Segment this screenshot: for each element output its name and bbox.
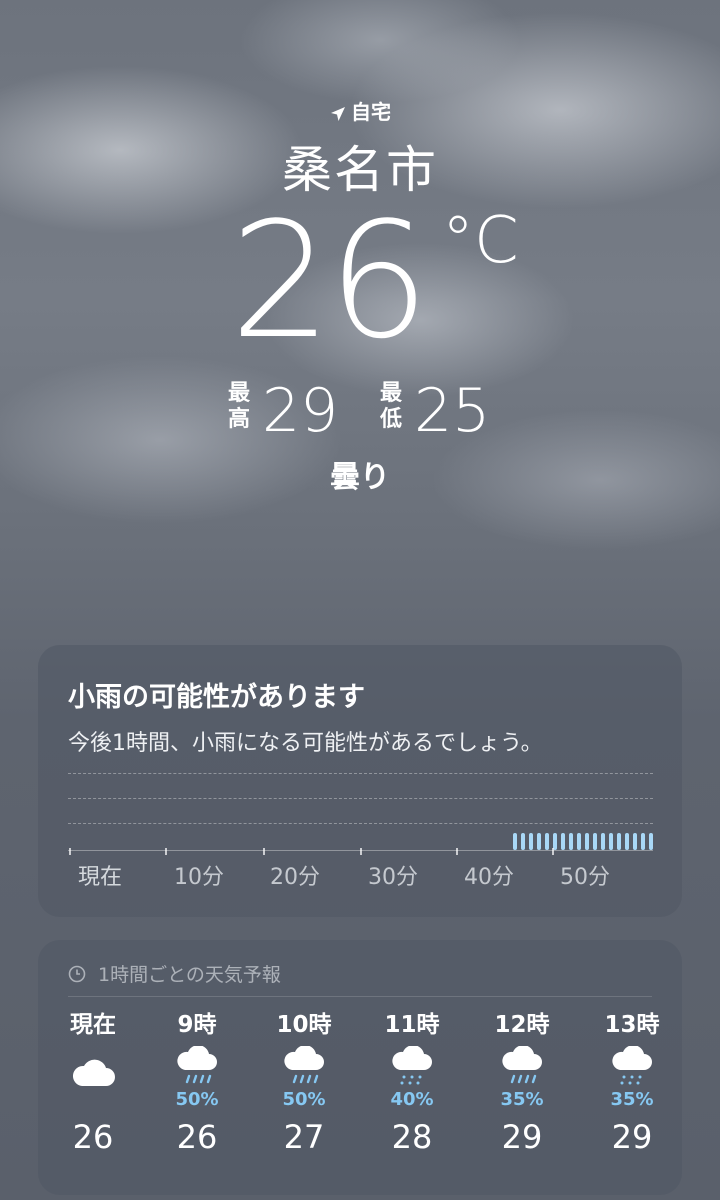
temperature-value: 26 [230,187,430,374]
precip-chance: 40% [390,1089,434,1110]
hourly-divider [68,996,652,997]
precipitation-bar [592,833,597,850]
precipitation-description: 今後1時間、小雨になる可能性があるでしょう。 [68,731,543,756]
hour-time: 9時 [177,1012,217,1038]
location-text: 自宅 [351,100,391,124]
cloud-rain-icon [472,1042,572,1088]
precip-chance [43,1088,143,1112]
axis-label: 10分 [174,865,224,890]
precipitation-bar [568,833,573,850]
precipitation-bar [616,833,621,850]
grid-line-heavy [68,773,653,774]
axis-label: 20分 [270,865,320,890]
precipitation-bar [544,833,549,850]
precipitation-bar [528,833,533,850]
precipitation-bar [640,833,645,850]
precipitation-bar [536,833,541,850]
high-low: 最高 29 最低 25 [0,376,720,446]
hourly-header: 1時間ごとの天気予報 [68,960,281,987]
low-value: 25 [414,376,491,446]
axis-tick [360,848,362,855]
precipitation-bar [600,833,605,850]
precipitation-bar [560,833,565,850]
precipitation-bar [576,833,581,850]
condition-text: 曇り [330,460,390,495]
precipitation-bar [512,833,517,850]
location-arrow-icon [331,106,345,121]
hour-temperature: 26 [72,1118,114,1156]
precipitation-card[interactable]: 小雨の可能性があります 今後1時間、小雨になる可能性があるでしょう。 現在 10分… [38,645,682,917]
low-label: 最低 [379,381,402,432]
precipitation-bar [624,833,629,850]
hour-time: 11時 [384,1012,440,1038]
high-value: 29 [262,376,339,446]
cloud-drizzle-icon [582,1042,682,1088]
hourly-item[interactable]: 11時 40% 28 [362,1008,462,1156]
hour-temperature: 29 [501,1118,543,1156]
axis-label: 40分 [464,865,514,890]
precipitation-bar [632,833,637,850]
hour-time: 13時 [604,1012,660,1038]
precip-chance: 35% [610,1089,654,1110]
grid-line-light [68,823,653,824]
cloud-icon [43,1042,143,1088]
hour-temperature: 28 [391,1118,433,1156]
hourly-forecast-card[interactable]: 1時間ごとの天気予報 現在 26 9時 50% 26 10時 50% 27 11時 40% 28 12… [38,940,682,1195]
axis-label: 現在 [78,865,123,890]
hourly-item[interactable]: 9時 50% 26 [147,1008,247,1156]
location-label: 自宅 [0,96,720,125]
cloud-drizzle-icon [362,1042,462,1088]
hour-temperature: 26 [176,1118,218,1156]
cloud-rain-icon [147,1042,247,1088]
precip-chance: 35% [500,1089,544,1110]
cloud-rain-icon [254,1042,354,1088]
high-label: 最高 [227,381,250,432]
precipitation-bar [648,833,653,850]
axis-tick [165,848,167,855]
precipitation-bar [584,833,589,850]
hourly-item[interactable]: 12時 35% 29 [472,1008,572,1156]
grid-line-medium [68,798,653,799]
axis-tick [552,848,554,855]
clock-icon [68,965,86,982]
hourly-item[interactable]: 現在 26 [43,1008,143,1156]
hourly-header-text: 1時間ごとの天気予報 [98,964,281,986]
axis-tick [263,848,265,855]
hour-temperature: 29 [611,1118,653,1156]
axis-label: 50分 [560,865,610,890]
hour-time: 10時 [276,1012,332,1038]
precipitation-title: 小雨の可能性があります [68,682,365,713]
hour-temperature: 27 [283,1118,325,1156]
hour-time: 12時 [494,1012,550,1038]
hourly-item[interactable]: 10時 50% 27 [254,1008,354,1156]
axis-tick [69,848,71,855]
hour-time: 現在 [70,1012,116,1038]
temperature-unit: °C [442,204,519,278]
precipitation-bar [520,833,525,850]
current-temperature: 26 °C [230,186,530,376]
axis-label: 30分 [368,865,418,890]
precip-chance: 50% [282,1089,326,1110]
axis-tick [456,848,458,855]
hourly-item[interactable]: 13時 35% 29 [582,1008,682,1156]
precipitation-bar [608,833,613,850]
precip-chance: 50% [175,1089,219,1110]
